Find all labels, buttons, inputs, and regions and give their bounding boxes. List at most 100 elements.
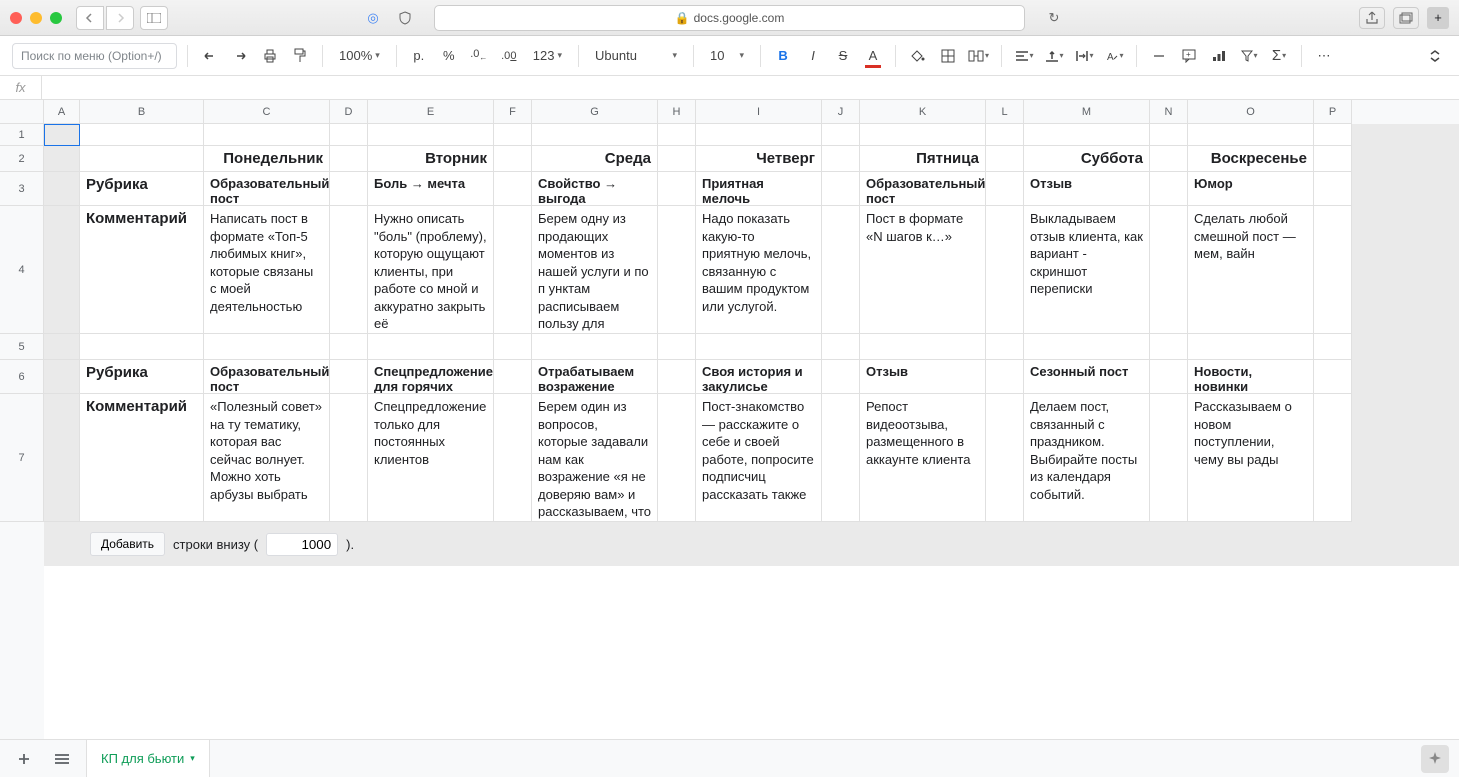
column-header-N[interactable]: N [1150, 100, 1188, 124]
comment2-mon[interactable]: «Полезный совет» на ту тематику, которая… [204, 394, 330, 522]
cell[interactable] [986, 394, 1024, 522]
cell[interactable] [860, 334, 986, 360]
borders-button[interactable] [936, 43, 960, 69]
cell[interactable] [330, 394, 368, 522]
cell[interactable] [494, 206, 532, 334]
rubric2-fri[interactable]: Отзыв [860, 360, 986, 394]
merge-cells-button[interactable]: ▾ [966, 43, 991, 69]
cell[interactable] [822, 172, 860, 206]
print-button[interactable] [258, 43, 282, 69]
bold-button[interactable]: B [771, 43, 795, 69]
tabs-button[interactable] [1393, 7, 1419, 29]
column-header-C[interactable]: C [204, 100, 330, 124]
comment2-wed[interactable]: Берем один из вопросов, которые задавали… [532, 394, 658, 522]
cell[interactable] [658, 172, 696, 206]
cell-a1[interactable] [44, 124, 80, 146]
increase-decimal-button[interactable]: .00 [497, 43, 521, 69]
comment2-fri[interactable]: Репост видеоотзыва, размещенного в аккау… [860, 394, 986, 522]
currency-button[interactable]: р. [407, 43, 431, 69]
menu-search-input[interactable]: Поиск по меню (Option+/) [12, 43, 177, 69]
column-header-H[interactable]: H [658, 100, 696, 124]
cell[interactable] [822, 146, 860, 172]
insert-chart-button[interactable] [1207, 43, 1231, 69]
new-tab-button[interactable]: + [1427, 7, 1449, 29]
comment-thu[interactable]: Надо показать какую-то приятную мелочь, … [696, 206, 822, 334]
rubric-label[interactable]: Рубрика [80, 172, 204, 206]
maximize-window-button[interactable] [50, 12, 62, 24]
rubric-thu[interactable]: Приятная мелочь [696, 172, 822, 206]
cell[interactable] [330, 124, 368, 146]
zoom-select[interactable]: 100%▾ [333, 43, 386, 69]
cell[interactable] [986, 360, 1024, 394]
cell[interactable] [696, 334, 822, 360]
text-color-button[interactable]: A [861, 43, 885, 69]
cell[interactable] [1314, 146, 1352, 172]
cell[interactable] [1150, 206, 1188, 334]
cell[interactable] [822, 334, 860, 360]
cell[interactable] [1024, 334, 1150, 360]
vertical-align-button[interactable]: ▾ [1042, 43, 1066, 69]
close-window-button[interactable] [10, 12, 22, 24]
cell[interactable] [1024, 124, 1150, 146]
rubric2-sat[interactable]: Сезонный пост [1024, 360, 1150, 394]
row-header-6[interactable]: 6 [0, 360, 44, 394]
all-sheets-button[interactable] [48, 745, 76, 773]
comment-tue[interactable]: Нужно описать "боль" (проблему), которую… [368, 206, 494, 334]
column-header-J[interactable]: J [822, 100, 860, 124]
paint-format-button[interactable] [288, 43, 312, 69]
column-header-M[interactable]: M [1024, 100, 1150, 124]
cell[interactable] [494, 360, 532, 394]
cell[interactable] [1150, 146, 1188, 172]
cell[interactable] [330, 334, 368, 360]
cell[interactable] [986, 334, 1024, 360]
cell[interactable] [822, 124, 860, 146]
cell[interactable] [1150, 360, 1188, 394]
column-header-E[interactable]: E [368, 100, 494, 124]
day-header-sun[interactable]: Воскресенье [1188, 146, 1314, 172]
text-wrap-button[interactable]: ▾ [1072, 43, 1096, 69]
insert-comment-button[interactable]: + [1177, 43, 1201, 69]
cell[interactable] [80, 146, 204, 172]
cell[interactable] [986, 172, 1024, 206]
rubric-tue[interactable]: Боль → мечта [368, 172, 494, 206]
font-select[interactable]: Ubuntu▾ [589, 43, 683, 69]
add-rows-button[interactable]: Добавить [90, 532, 165, 556]
cell[interactable] [658, 360, 696, 394]
sheet-tab-active[interactable]: КП для бьюти ▾ [86, 740, 210, 777]
cell[interactable] [1314, 360, 1352, 394]
percent-button[interactable]: % [437, 43, 461, 69]
back-button[interactable] [76, 6, 104, 30]
insert-link-button[interactable] [1147, 43, 1171, 69]
shield-icon[interactable] [392, 7, 418, 29]
cell[interactable] [658, 334, 696, 360]
comment2-sat[interactable]: Делаем пост, связанный с праздником. Выб… [1024, 394, 1150, 522]
rubric2-sun[interactable]: Новости, новинки [1188, 360, 1314, 394]
rubric-sat[interactable]: Отзыв [1024, 172, 1150, 206]
cell[interactable] [44, 334, 80, 360]
more-button[interactable]: ⋯ [1312, 43, 1336, 69]
cell[interactable] [494, 146, 532, 172]
comment-fri[interactable]: Пост в формате «N шагов к…» [860, 206, 986, 334]
column-header-O[interactable]: O [1188, 100, 1314, 124]
comment-wed[interactable]: Берем одну из продающих моментов из наше… [532, 206, 658, 334]
share-button[interactable] [1359, 7, 1385, 29]
cell[interactable] [1188, 334, 1314, 360]
cell[interactable] [1188, 124, 1314, 146]
cell[interactable] [1150, 172, 1188, 206]
row-header-3[interactable]: 3 [0, 172, 44, 206]
cell[interactable] [494, 172, 532, 206]
spreadsheet-grid[interactable]: ABCDEFGHIJKLMNOP ПонедельникВторникСреда… [44, 100, 1459, 739]
add-rows-input[interactable] [266, 533, 338, 556]
cell[interactable] [330, 360, 368, 394]
day-header-thu[interactable]: Четверг [696, 146, 822, 172]
cell[interactable] [696, 124, 822, 146]
cell[interactable] [1150, 334, 1188, 360]
comment-label[interactable]: Комментарий [80, 206, 204, 334]
cell[interactable] [494, 124, 532, 146]
cell[interactable] [532, 334, 658, 360]
column-header-I[interactable]: I [696, 100, 822, 124]
cell[interactable] [1150, 394, 1188, 522]
column-header-A[interactable]: A [44, 100, 80, 124]
column-header-D[interactable]: D [330, 100, 368, 124]
redo-button[interactable] [228, 43, 252, 69]
